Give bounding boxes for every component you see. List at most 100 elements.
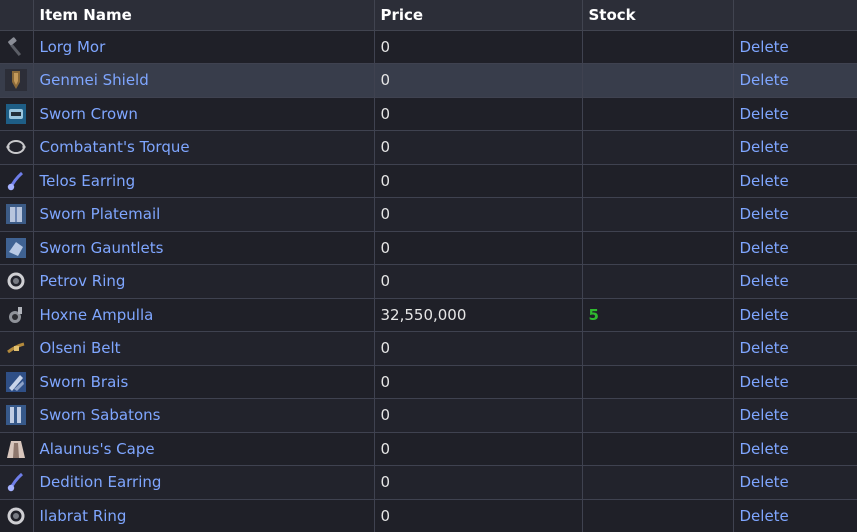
item-name-link[interactable]: Sworn Crown <box>33 97 375 131</box>
item-name-link[interactable]: Alaunus's Cape <box>33 432 375 466</box>
item-icon-cell <box>0 298 34 332</box>
delete-link[interactable]: Delete <box>733 365 857 399</box>
brais-icon <box>5 371 27 393</box>
item-icon-cell <box>0 231 34 265</box>
delete-link[interactable]: Delete <box>733 465 857 500</box>
item-price: 0 <box>374 197 583 232</box>
header-icon <box>0 0 34 31</box>
delete-link[interactable]: Delete <box>733 432 857 466</box>
ring-icon <box>5 270 27 292</box>
item-stock <box>582 130 734 165</box>
table-row[interactable]: Petrov Ring 0 Delete <box>0 264 857 299</box>
earring-icon <box>5 471 27 493</box>
item-icon-cell <box>0 164 34 198</box>
table-row[interactable]: Sworn Brais 0 Delete <box>0 365 857 399</box>
delete-link[interactable]: Delete <box>733 97 857 131</box>
table-row[interactable]: Ilabrat Ring 0 Delete <box>0 499 857 532</box>
table-row[interactable]: Sworn Crown 0 Delete <box>0 97 857 131</box>
item-stock <box>582 231 734 265</box>
item-name-link[interactable]: Olseni Belt <box>33 331 375 366</box>
item-price: 0 <box>374 130 583 165</box>
item-name-link[interactable]: Sworn Brais <box>33 365 375 399</box>
delete-link[interactable]: Delete <box>733 30 857 64</box>
item-price: 0 <box>374 97 583 131</box>
item-icon-cell <box>0 331 34 366</box>
table-header: Item Name Price Stock <box>0 0 857 31</box>
delete-link[interactable]: Delete <box>733 398 857 433</box>
table-row[interactable]: Sworn Platemail 0 Delete <box>0 197 857 232</box>
item-name-link[interactable]: Hoxne Ampulla <box>33 298 375 332</box>
item-stock <box>582 499 734 532</box>
table-row[interactable]: Hoxne Ampulla 32,550,000 5 Delete <box>0 298 857 332</box>
table-row[interactable]: Olseni Belt 0 Delete <box>0 331 857 366</box>
item-stock <box>582 398 734 433</box>
item-icon-cell <box>0 264 34 299</box>
item-name-link[interactable]: Sworn Platemail <box>33 197 375 232</box>
delete-link[interactable]: Delete <box>733 298 857 332</box>
item-icon-cell <box>0 365 34 399</box>
item-name-link[interactable]: Combatant's Torque <box>33 130 375 165</box>
crown-icon <box>5 103 27 125</box>
delete-link[interactable]: Delete <box>733 197 857 232</box>
delete-link[interactable]: Delete <box>733 499 857 532</box>
table-row[interactable]: Alaunus's Cape 0 Delete <box>0 432 857 466</box>
item-icon-cell <box>0 97 34 131</box>
item-price: 0 <box>374 63 583 98</box>
item-name-link[interactable]: Ilabrat Ring <box>33 499 375 532</box>
item-icon-cell <box>0 63 34 98</box>
item-price: 0 <box>374 365 583 399</box>
item-name-link[interactable]: Lorg Mor <box>33 30 375 64</box>
item-price: 0 <box>374 499 583 532</box>
item-icon-cell <box>0 398 34 433</box>
ring-icon <box>5 505 27 527</box>
shield-icon <box>5 69 28 92</box>
header-price[interactable]: Price <box>374 0 583 31</box>
hammer-icon <box>5 36 27 58</box>
ampulla-icon <box>5 304 27 326</box>
item-price: 0 <box>374 432 583 466</box>
delete-link[interactable]: Delete <box>733 130 857 165</box>
item-name-link[interactable]: Sworn Gauntlets <box>33 231 375 265</box>
item-stock <box>582 264 734 299</box>
item-price: 0 <box>374 465 583 500</box>
table-row[interactable]: Sworn Gauntlets 0 Delete <box>0 231 857 265</box>
item-name-link[interactable]: Genmei Shield <box>33 63 375 98</box>
table-body: Lorg Mor 0 Delete Genmei Shield 0 Delete Sworn… <box>0 30 857 532</box>
delete-link[interactable]: Delete <box>733 63 857 98</box>
item-icon-cell <box>0 465 34 500</box>
item-table: Item Name Price Stock Lorg Mor 0 Delete Gen… <box>0 0 857 532</box>
delete-link[interactable]: Delete <box>733 231 857 265</box>
header-item-name[interactable]: Item Name <box>33 0 375 31</box>
delete-link[interactable]: Delete <box>733 331 857 366</box>
table-row[interactable]: Combatant's Torque 0 Delete <box>0 130 857 165</box>
item-icon-cell <box>0 30 34 64</box>
item-stock <box>582 432 734 466</box>
item-stock <box>582 365 734 399</box>
table-row[interactable]: Telos Earring 0 Delete <box>0 164 857 198</box>
gauntlets-icon <box>5 237 27 259</box>
item-name-link[interactable]: Telos Earring <box>33 164 375 198</box>
item-name-link[interactable]: Sworn Sabatons <box>33 398 375 433</box>
item-icon-cell <box>0 499 34 532</box>
item-price: 0 <box>374 164 583 198</box>
delete-link[interactable]: Delete <box>733 164 857 198</box>
table-row[interactable]: Lorg Mor 0 Delete <box>0 30 857 64</box>
item-stock <box>582 97 734 131</box>
item-icon-cell <box>0 197 34 232</box>
table-row[interactable]: Sworn Sabatons 0 Delete <box>0 398 857 433</box>
earring-icon <box>5 170 27 192</box>
belt-icon <box>5 337 27 359</box>
table-row[interactable]: Dedition Earring 0 Delete <box>0 465 857 500</box>
delete-link[interactable]: Delete <box>733 264 857 299</box>
item-name-link[interactable]: Petrov Ring <box>33 264 375 299</box>
item-price: 0 <box>374 30 583 64</box>
item-name-link[interactable]: Dedition Earring <box>33 465 375 500</box>
item-price: 0 <box>374 231 583 265</box>
item-price: 0 <box>374 264 583 299</box>
header-stock[interactable]: Stock <box>582 0 734 31</box>
item-price: 0 <box>374 398 583 433</box>
torque-icon <box>5 136 27 158</box>
table-row[interactable]: Genmei Shield 0 Delete <box>0 63 857 98</box>
item-stock: 5 <box>582 298 734 332</box>
item-stock <box>582 331 734 366</box>
